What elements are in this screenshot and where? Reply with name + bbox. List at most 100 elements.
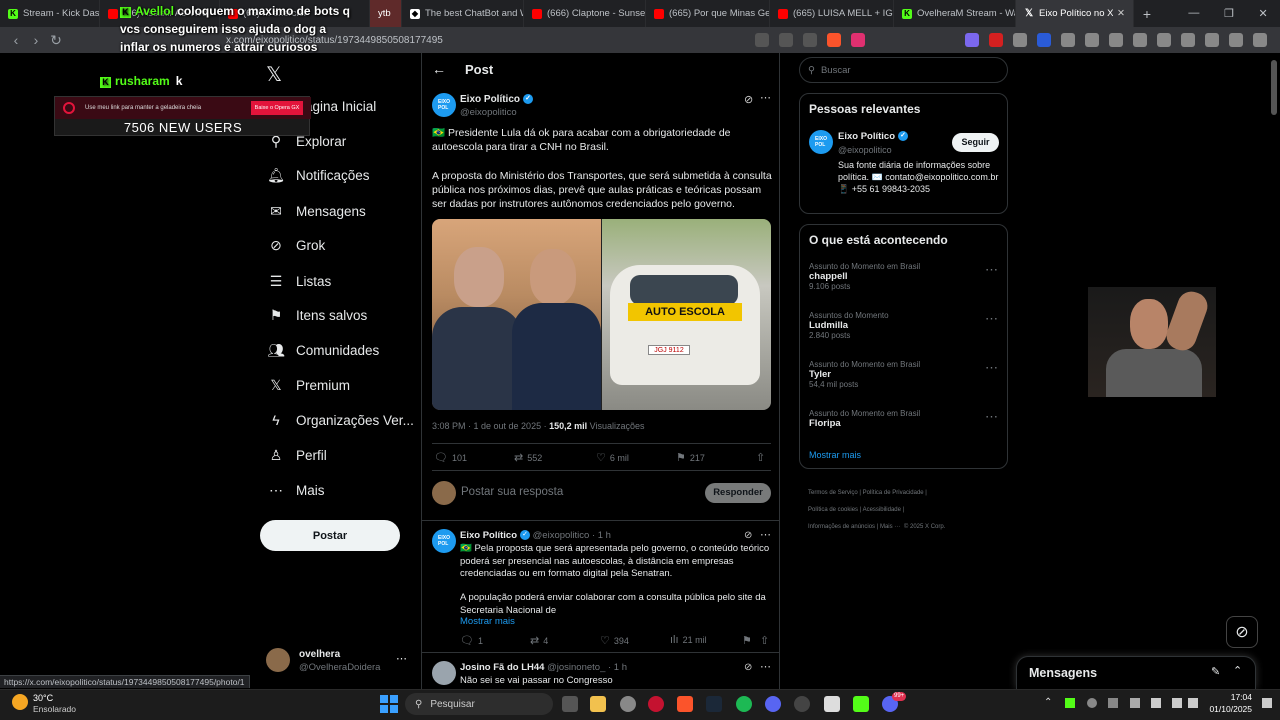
extension-icon[interactable] <box>1109 33 1123 47</box>
like-button[interactable]: ♡ 6 mil <box>596 451 629 464</box>
reply-input[interactable]: Postar sua resposta <box>461 486 563 498</box>
trend-item[interactable]: Assuntos do Momento Ludmilla 2.840 posts… <box>809 311 1004 340</box>
file-explorer-icon[interactable] <box>590 696 606 712</box>
trend-item[interactable]: Assunto do Momento em Brasil chappell 9.… <box>809 262 1004 291</box>
app-icon[interactable] <box>620 696 636 712</box>
tray-icon[interactable] <box>1108 698 1118 708</box>
forward-arrow-icon[interactable]: › <box>26 32 46 48</box>
footer-link[interactable]: Mais ··· <box>880 524 900 530</box>
app-icon[interactable] <box>794 696 810 712</box>
reply-button[interactable]: 🗨︎ 1 <box>460 634 483 647</box>
microphone-icon[interactable] <box>1151 698 1161 708</box>
cast-icon[interactable] <box>755 33 769 47</box>
compose-message-icon[interactable]: ✎ <box>1211 665 1220 678</box>
app-icon[interactable] <box>765 696 781 712</box>
vpn-icon[interactable] <box>1229 33 1243 47</box>
tab-eixo-politico[interactable]: 𝕏Eixo Político no X: "a✕ <box>1016 0 1134 27</box>
more-icon[interactable]: ⋯ <box>396 652 407 665</box>
reload-icon[interactable]: ↻ <box>46 32 66 49</box>
tab-youtube-5[interactable]: (665) LUISA MELL + IGOR <box>770 0 894 27</box>
wallet-icon[interactable] <box>1181 33 1195 47</box>
more-icon[interactable]: ⋯ <box>985 262 998 278</box>
extension-icon[interactable] <box>1037 33 1051 47</box>
messages-drawer[interactable]: Mensagens ✎ ⌃ <box>1016 656 1256 689</box>
sidebar-item-profile[interactable]: ♙ Perfil <box>268 447 327 463</box>
volume-icon[interactable] <box>1188 698 1198 708</box>
trend-item[interactable]: Assunto do Momento em Brasil Tyler 54,4 … <box>809 360 1004 389</box>
tray-icon[interactable] <box>1087 698 1097 708</box>
clock-time[interactable]: 17:04 <box>1204 692 1252 702</box>
scrollbar-thumb[interactable] <box>1271 60 1277 115</box>
kick-icon[interactable] <box>853 696 869 712</box>
repost-button[interactable]: ⇄ 552 <box>514 451 542 464</box>
task-view-icon[interactable] <box>562 696 578 712</box>
close-tab-icon[interactable]: ✕ <box>1117 8 1125 19</box>
sidebar-item-bookmarks[interactable]: ⚑ Itens salvos <box>268 307 368 323</box>
extension-icon[interactable] <box>1061 33 1075 47</box>
sidebar-item-premium[interactable]: 𝕏 Premium <box>268 377 350 393</box>
footer-link[interactable]: Política de Privacidade <box>863 490 924 496</box>
network-icon[interactable] <box>1172 698 1182 708</box>
footer-link[interactable]: Política de cookies <box>808 507 858 513</box>
repost-button[interactable]: ⇄ 4 <box>530 634 548 647</box>
post-button[interactable]: Postar <box>260 520 400 551</box>
views-button[interactable]: ılı 21 mil <box>670 634 707 646</box>
tray-icon[interactable] <box>1065 698 1075 708</box>
back-arrow-icon[interactable]: ← <box>432 61 446 77</box>
close-window-icon[interactable]: ✕ <box>1258 7 1267 20</box>
post-image[interactable]: AUTO ESCOLA JGJ 9112 <box>432 219 771 410</box>
tab-youtube-3[interactable]: (666) Claptone - Sunset N <box>524 0 646 27</box>
search-input[interactable]: ⚲ Buscar <box>799 57 1008 83</box>
avatar[interactable]: EIXO POL <box>809 130 833 154</box>
leo-icon[interactable] <box>1205 33 1219 47</box>
tab-chatbot[interactable]: ◆ The best ChatBot and W <box>402 0 524 27</box>
clock-date[interactable]: 01/10/2025 <box>1204 704 1252 714</box>
minimize-icon[interactable]: — <box>1188 7 1199 20</box>
zoom-icon[interactable] <box>779 33 793 47</box>
menu-icon[interactable] <box>1253 33 1267 47</box>
like-button[interactable]: ♡ 394 <box>600 634 629 647</box>
account-switcher[interactable]: ovelhera @OvelheraDoidera ⋯ <box>266 648 410 674</box>
trend-item[interactable]: Assunto do Momento em Brasil Floripa ⋯ <box>809 409 1004 429</box>
show-more-link[interactable]: Mostrar mais <box>460 616 515 627</box>
relevant-name[interactable]: Eixo Político ✓ <box>838 131 909 142</box>
sidebar-item-communities[interactable]: 👥︎ Comunidades <box>267 342 379 358</box>
grok-icon[interactable]: ⊘ <box>744 93 753 106</box>
chevron-up-icon[interactable]: ⌃ <box>1044 697 1052 708</box>
reply-author[interactable]: Eixo Político ✓ @eixopolitico · 1 h <box>460 530 611 541</box>
follow-button[interactable]: Seguir <box>952 133 999 152</box>
x-logo-icon[interactable]: 𝕏 <box>266 62 282 87</box>
taskbar-search[interactable]: ⚲ Pesquisar <box>405 693 553 715</box>
sidebar-item-notifications[interactable]: 🔔︎ Notificações <box>267 167 369 183</box>
extension-icon[interactable] <box>1013 33 1027 47</box>
show-more-link[interactable]: Mostrar mais <box>809 450 861 460</box>
author-handle[interactable]: @eixopolitico <box>460 107 517 118</box>
avatar[interactable]: EIXO POL <box>432 93 456 117</box>
footer-link[interactable]: Informações de anúncios <box>808 524 875 530</box>
brave-shield-icon[interactable] <box>827 33 841 47</box>
more-icon[interactable]: ⋯ <box>985 311 998 327</box>
brave-icon[interactable] <box>677 696 693 712</box>
tab-group-ytb[interactable]: ytb <box>370 0 402 27</box>
notifications-icon[interactable] <box>1262 698 1272 708</box>
footer-link[interactable]: Acessibilidade <box>863 507 901 513</box>
extension-icon[interactable] <box>989 33 1003 47</box>
footer-link[interactable]: Termos de Serviço <box>808 490 858 496</box>
tab-ovelhera-stream[interactable]: K OvelheraM Stream - Wat <box>894 0 1016 27</box>
tab-youtube-4[interactable]: (665) Por que Minas Gera <box>646 0 770 27</box>
brave-rewards-icon[interactable] <box>851 33 865 47</box>
share-button[interactable]: ⇧ <box>756 451 769 464</box>
extension-icon[interactable] <box>965 33 979 47</box>
music-icon[interactable] <box>1133 33 1147 47</box>
avatar[interactable] <box>432 661 456 685</box>
sidebar-item-more[interactable]: ⋯ Mais <box>268 482 325 498</box>
more-icon[interactable]: ⋯ <box>760 660 771 673</box>
grok-floating-icon[interactable]: ⊘ <box>1226 616 1258 648</box>
back-arrow-icon[interactable]: ‹ <box>6 32 26 48</box>
extensions-puzzle-icon[interactable] <box>1085 33 1099 47</box>
author-name[interactable]: Eixo Político ✓ <box>460 94 534 105</box>
sidebar-item-verified-orgs[interactable]: ϟ Organizações Ver... <box>268 412 414 428</box>
notepad-icon[interactable] <box>824 696 840 712</box>
chevron-up-icon[interactable]: ⌃ <box>1233 664 1242 677</box>
reply-author[interactable]: Josino Fã do LH44 @josinoneto_ · 1 h <box>460 662 627 673</box>
